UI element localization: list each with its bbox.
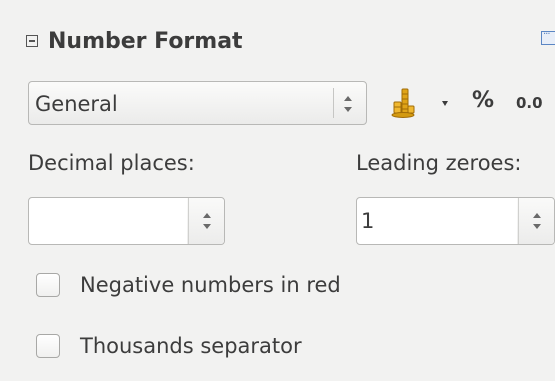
select-arrows-icon[interactable] <box>343 94 353 114</box>
more-options-icon[interactable] <box>541 26 555 45</box>
percent-format-button[interactable]: % <box>472 88 494 113</box>
thousands-separator-checkbox[interactable] <box>36 334 60 358</box>
negative-red-checkbox[interactable] <box>36 273 60 297</box>
decimal-places-stepper[interactable] <box>28 197 225 245</box>
format-selected-value: General <box>35 92 118 116</box>
negative-red-option[interactable]: Negative numbers in red <box>36 270 341 300</box>
spin-arrows-icon[interactable] <box>202 211 212 231</box>
decimal-format-button[interactable]: 0.0 <box>516 94 543 112</box>
dropdown-arrow-icon[interactable] <box>442 101 448 106</box>
stepper-separator <box>188 198 189 244</box>
currency-coins-icon[interactable] <box>390 86 416 120</box>
leading-zeroes-label: Leading zeroes: <box>356 151 522 175</box>
thousands-separator-option[interactable]: Thousands separator <box>36 331 302 361</box>
negative-red-label[interactable]: Negative numbers in red <box>80 273 341 297</box>
combo-separator <box>333 88 334 118</box>
decimal-places-label: Decimal places: <box>28 151 195 175</box>
spin-arrows-icon[interactable] <box>532 211 542 231</box>
stepper-separator <box>518 198 519 244</box>
number-format-panel: Number Format General % 0.0 Decimal plac… <box>0 0 555 381</box>
thousands-separator-label[interactable]: Thousands separator <box>80 334 302 358</box>
section-title: Number Format <box>48 28 243 54</box>
section-header[interactable]: Number Format <box>26 26 243 56</box>
leading-zeroes-stepper[interactable]: 1 <box>356 197 555 245</box>
collapse-minus-icon[interactable] <box>26 35 38 47</box>
number-format-select[interactable]: General <box>28 81 367 125</box>
leading-zeroes-value: 1 <box>361 209 375 233</box>
